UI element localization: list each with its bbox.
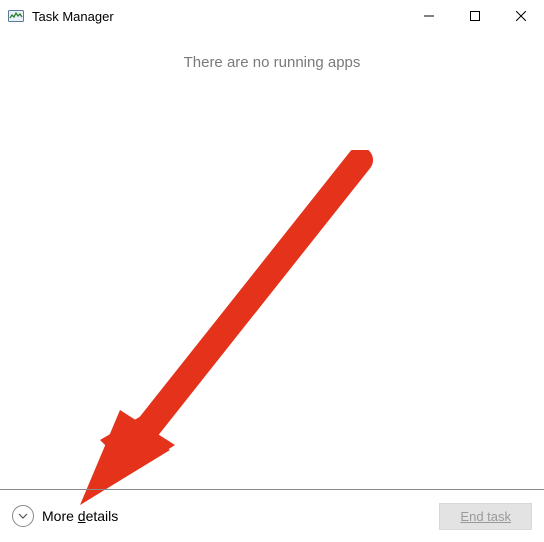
- titlebar: Task Manager: [0, 0, 544, 32]
- window-controls: [406, 0, 544, 32]
- window-title: Task Manager: [32, 9, 406, 24]
- annotation-arrow: [60, 150, 390, 520]
- end-task-button[interactable]: End task: [439, 503, 532, 530]
- chevron-down-icon: [12, 505, 34, 527]
- empty-state-message: There are no running apps: [0, 54, 544, 71]
- footer: More details End task: [0, 490, 544, 542]
- more-details-button[interactable]: More details: [12, 505, 118, 527]
- close-button[interactable]: [498, 0, 544, 32]
- task-manager-icon: [8, 8, 24, 24]
- maximize-button[interactable]: [452, 0, 498, 32]
- minimize-button[interactable]: [406, 0, 452, 32]
- content-area: There are no running apps: [0, 32, 544, 71]
- more-details-label: More details: [42, 508, 118, 524]
